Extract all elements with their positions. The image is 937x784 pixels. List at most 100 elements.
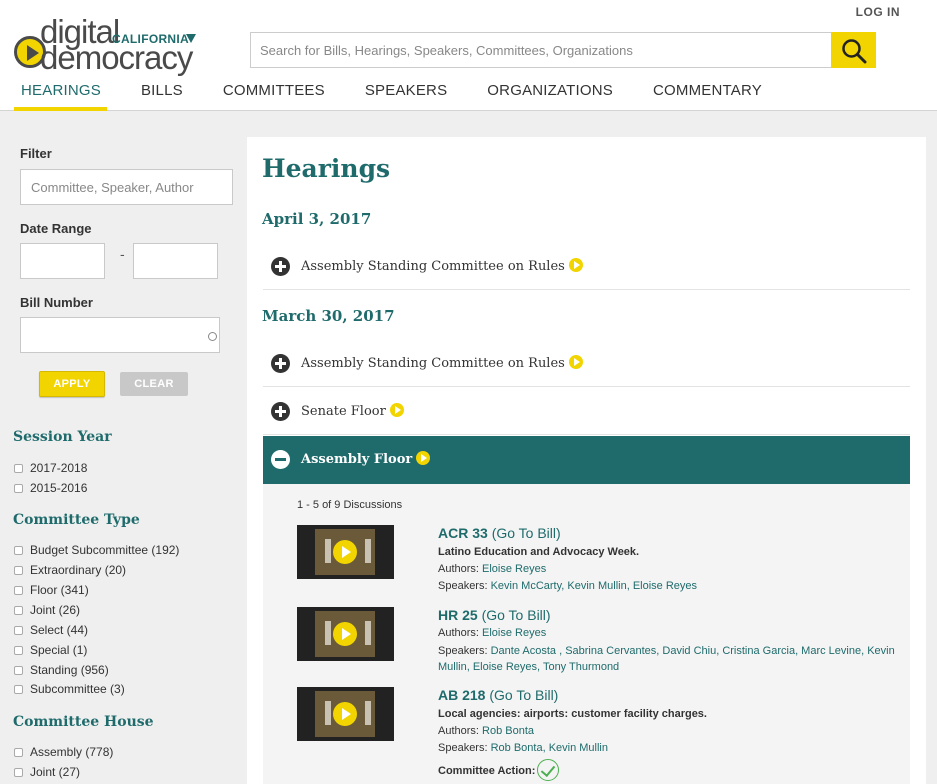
checkbox-label: Select (44) [30,623,89,637]
checkbox[interactable] [14,684,23,694]
play-icon[interactable] [333,622,357,646]
search-bar [250,32,876,68]
play-icon[interactable] [333,540,357,564]
hearing-name: Assembly Floor [301,452,413,467]
checkbox[interactable] [14,483,23,493]
checkbox-type-subcommittee[interactable]: Subcommittee (3) [14,682,125,696]
author-link[interactable]: Eloise Reyes [482,563,546,575]
bill-description: Latino Education and Advocacy Week. [438,546,640,558]
play-icon[interactable] [568,258,583,272]
checkbox-type-joint[interactable]: Joint (26) [14,603,80,617]
speaker-links[interactable]: Rob Bonta, Kevin Mullin [491,742,608,754]
login-link[interactable]: LOG IN [856,5,900,19]
digital-democracy-logo[interactable]: digital CALIFORNIA democracy [14,14,204,76]
checkbox[interactable] [14,625,23,635]
go-to-bill-link[interactable]: (Go To Bill) [489,687,558,703]
nav-commentary[interactable]: COMMENTARY [646,80,768,111]
check-icon [537,759,559,781]
hearing-row[interactable]: Senate Floor [263,388,910,435]
date-range-separator: - [120,246,125,262]
nav-organizations[interactable]: ORGANIZATIONS [480,80,619,111]
checkbox-label: Joint (26) [30,603,81,617]
video-thumbnail[interactable] [297,525,394,579]
go-to-bill-link[interactable]: (Go To Bill) [492,525,561,541]
speakers-line: Speakers: Rob Bonta, Kevin Mullin [438,742,608,754]
apply-button[interactable]: APPLY [39,371,105,397]
checkbox-session-2017[interactable]: 2017-2018 [14,461,87,475]
authors-line: Authors: Rob Bonta [438,725,534,737]
bill-link[interactable]: HR 25 [438,607,478,623]
checkbox-type-floor[interactable]: Floor (341) [14,583,89,597]
clear-button[interactable]: CLEAR [120,372,188,396]
bill-number-label: Bill Number [20,295,93,310]
nav-speakers[interactable]: SPEAKERS [358,80,453,111]
checkbox-session-2015[interactable]: 2015-2016 [14,481,87,495]
expand-icon[interactable] [271,354,290,373]
authors-label: Authors: [438,725,479,737]
discussions-panel: 1 - 5 of 9 Discussions ACR 33 (Go To Bil… [263,484,910,784]
hearing-row[interactable]: Assembly Standing Committee on Rules [263,340,910,387]
video-thumbnail[interactable] [297,607,394,661]
date-from-input[interactable] [20,243,105,279]
checkbox[interactable] [14,665,23,675]
author-link[interactable]: Rob Bonta [482,725,534,737]
speakers-label: Speakers: [438,645,488,657]
checkbox[interactable] [14,545,23,555]
checkbox[interactable] [14,605,23,615]
bill-description: Local agencies: airports: customer facil… [438,708,707,720]
expand-icon[interactable] [271,257,290,276]
checkbox-type-select[interactable]: Select (44) [14,623,88,637]
discussion-title: ACR 33 (Go To Bill) [438,525,561,541]
nav-committees[interactable]: COMMITTEES [216,80,331,111]
play-icon[interactable] [416,451,431,465]
hearing-name: Assembly Standing Committee on Rules [301,259,565,274]
hearing-name: Assembly Standing Committee on Rules [301,356,565,371]
search-button[interactable] [831,32,876,68]
site-header: LOG IN digital CALIFORNIA democracy HEAR… [0,0,937,111]
checkbox-label: Assembly (778) [30,745,114,759]
speakers-line: Speakers: Dante Acosta , Sabrina Cervant… [438,643,908,675]
filter-input[interactable] [20,169,233,205]
hearing-row[interactable]: Assembly Standing Committee on Rules [263,243,910,290]
checkbox-type-budget[interactable]: Budget Subcommittee (192) [14,543,179,557]
speaker-links[interactable]: Dante Acosta , Sabrina Cervantes, David … [438,645,895,673]
checkbox[interactable] [14,767,23,777]
checkbox[interactable] [14,463,23,473]
checkbox-house-joint[interactable]: Joint (27) [14,765,80,779]
checkbox-type-extraordinary[interactable]: Extraordinary (20) [14,563,126,577]
speaker-links[interactable]: Kevin McCarty, Kevin Mullin, Eloise Reye… [491,580,697,592]
checkbox-type-standing[interactable]: Standing (956) [14,663,109,677]
checkbox[interactable] [14,585,23,595]
search-input[interactable] [251,33,831,67]
date-heading: April 3, 2017 [262,210,372,228]
figure [365,701,371,725]
video-thumbnail[interactable] [297,687,394,741]
bill-link[interactable]: AB 218 [438,687,485,703]
main-nav: HEARINGS BILLS COMMITTEES SPEAKERS ORGAN… [14,80,795,111]
nav-hearings[interactable]: HEARINGS [14,80,107,111]
date-to-input[interactable] [133,243,218,279]
collapse-icon[interactable] [271,450,290,469]
checkbox-type-special[interactable]: Special (1) [14,643,87,657]
checkbox-label: Floor (341) [30,583,89,597]
figure [365,621,371,645]
date-heading: March 30, 2017 [262,307,395,325]
hearing-row-expanded[interactable]: Assembly Floor [263,436,910,484]
filter-sidebar: Filter Date Range - Bill Number APPLY CL… [0,112,246,784]
checkbox-house-assembly[interactable]: Assembly (778) [14,745,113,759]
go-to-bill-link[interactable]: (Go To Bill) [482,607,551,623]
play-icon[interactable] [389,403,404,417]
author-link[interactable]: Eloise Reyes [482,627,546,639]
figure [325,539,331,563]
play-icon[interactable] [333,702,357,726]
checkbox-label: Joint (27) [30,765,81,779]
nav-bills[interactable]: BILLS [134,80,189,111]
play-icon[interactable] [568,355,583,369]
bill-link[interactable]: ACR 33 [438,525,488,541]
checkbox[interactable] [14,645,23,655]
expand-icon[interactable] [271,402,290,421]
checkbox[interactable] [14,747,23,757]
session-year-heading: Session Year [13,429,112,445]
checkbox[interactable] [14,565,23,575]
bill-number-input[interactable] [20,317,220,353]
